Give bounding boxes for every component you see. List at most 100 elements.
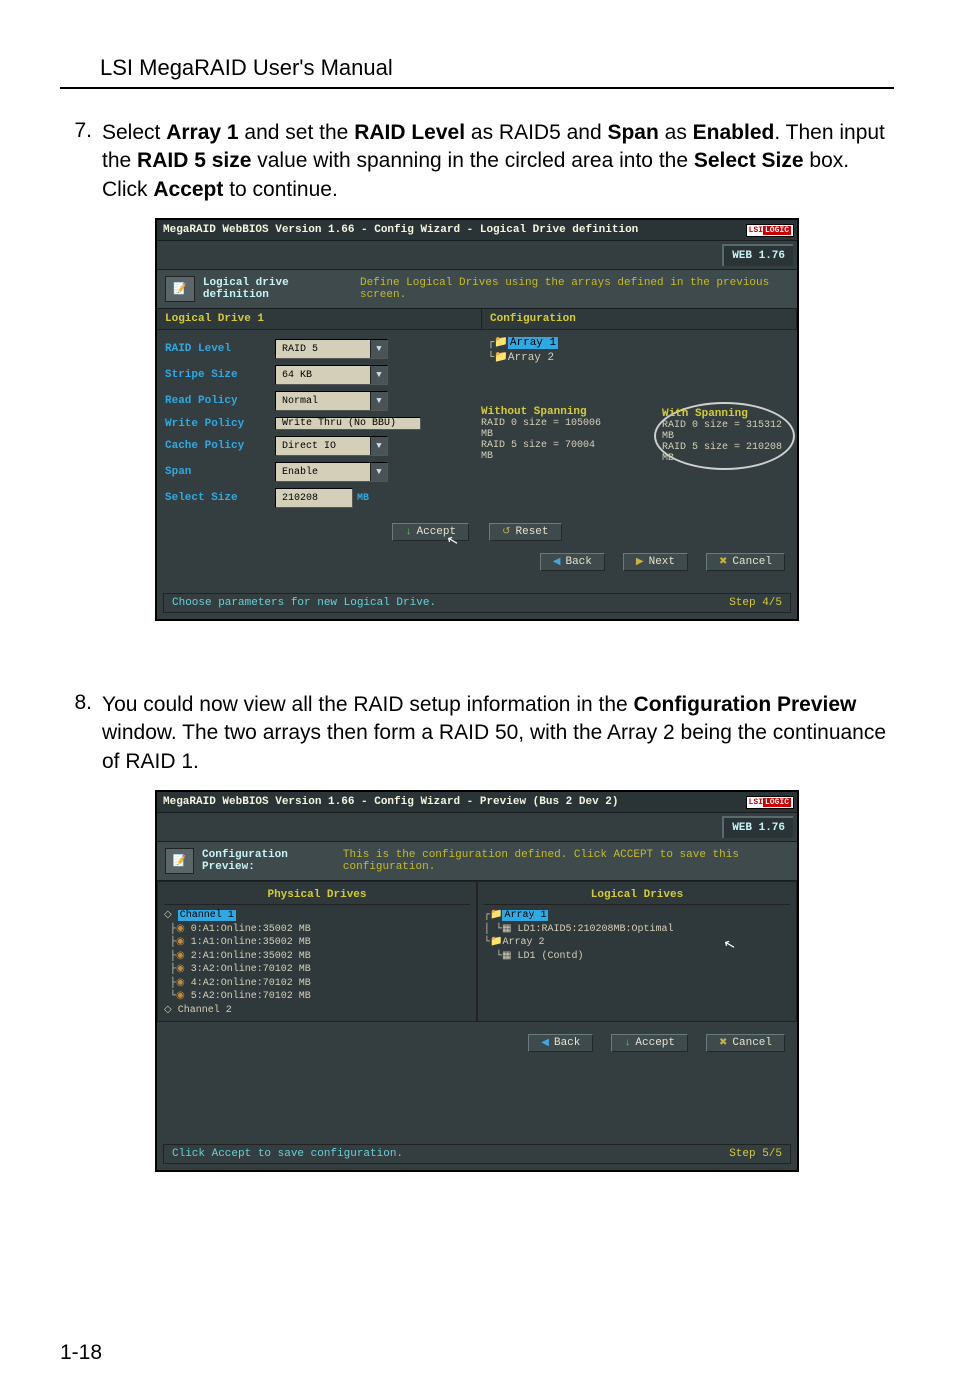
logical-drives-header: Logical Drives bbox=[484, 886, 790, 905]
title-bar: MegaRAID WebBIOS Version 1.66 - Config W… bbox=[157, 220, 797, 241]
window-title: MegaRAID WebBIOS Version 1.66 - Config W… bbox=[157, 792, 743, 812]
status-text: Click Accept to save configuration. bbox=[172, 1148, 403, 1160]
drive-1[interactable]: 1:A1:Online:35002 MB bbox=[191, 937, 311, 948]
span-label: Span bbox=[165, 466, 275, 478]
reset-button[interactable]: ↺Reset bbox=[489, 523, 561, 541]
without-spanning-title: Without Spanning bbox=[481, 406, 610, 418]
ld1-node[interactable]: LD1:RAID5:210208MB:Optimal bbox=[517, 924, 673, 935]
channel-2-node[interactable]: Channel 2 bbox=[178, 1005, 232, 1016]
step-7-number: 7. bbox=[60, 119, 96, 204]
back-button[interactable]: ◀Back bbox=[540, 553, 605, 571]
figure-1: MegaRAID WebBIOS Version 1.66 - Config W… bbox=[60, 218, 894, 621]
step-8: 8. You could now view all the RAID setup… bbox=[60, 691, 894, 776]
write-policy-value: Write Thru (No BBU) bbox=[276, 418, 420, 429]
step-indicator: Step 5/5 bbox=[729, 1148, 782, 1160]
accept-button[interactable]: ↓Accept bbox=[611, 1034, 688, 1052]
status-text: Choose parameters for new Logical Drive. bbox=[172, 597, 436, 609]
page-number: 1-18 bbox=[60, 1341, 102, 1365]
chevron-down-icon[interactable]: ▼ bbox=[370, 392, 387, 410]
read-policy-value: Normal bbox=[276, 396, 370, 407]
chevron-down-icon[interactable]: ▼ bbox=[370, 437, 387, 455]
array-1-node[interactable]: Array 1 bbox=[502, 910, 548, 921]
step-8-text: You could now view all the RAID setup in… bbox=[96, 691, 894, 776]
configuration-panel: ┌📁Array 1 └📁Array 2 Without Spanning RAI… bbox=[473, 330, 797, 517]
array-1-node[interactable]: Array 1 bbox=[508, 337, 558, 349]
web-version-badge: WEB 1.76 bbox=[722, 816, 793, 838]
logical-drive-panel-header: Logical Drive 1 bbox=[157, 309, 482, 330]
step-7: 7. Select Array 1 and set the RAID Level… bbox=[60, 119, 894, 204]
chevron-down-icon[interactable]: ▼ bbox=[370, 366, 387, 384]
cache-policy-value: Direct IO bbox=[276, 441, 370, 452]
with-spanning-col: With Spanning RAID 0 size = 315312 MB RA… bbox=[660, 406, 789, 466]
cancel-button[interactable]: ✖Cancel bbox=[706, 1034, 785, 1052]
with-spanning-title: With Spanning bbox=[662, 408, 787, 420]
span-value: Enable bbox=[276, 467, 370, 478]
cache-policy-label: Cache Policy bbox=[165, 440, 275, 452]
lsi-logo-badge: LSILOGIC bbox=[746, 796, 794, 809]
subheader-label: Configuration Preview: bbox=[202, 849, 333, 873]
chevron-down-icon[interactable]: ▼ bbox=[370, 340, 387, 358]
read-policy-label: Read Policy bbox=[165, 395, 275, 407]
wizard-icon: 📝 bbox=[165, 848, 194, 874]
drive-3[interactable]: 3:A2:Online:70102 MB bbox=[191, 964, 311, 975]
write-policy-select[interactable]: Write Thru (No BBU) bbox=[275, 417, 421, 430]
wizard-icon: 📝 bbox=[165, 276, 195, 302]
subheader-description: This is the configuration defined. Click… bbox=[343, 849, 789, 873]
select-size-unit: MB bbox=[357, 493, 369, 504]
cancel-button[interactable]: ✖Cancel bbox=[706, 553, 785, 571]
running-header: LSI MegaRAID User's Manual bbox=[100, 55, 894, 81]
next-button[interactable]: ▶Next bbox=[623, 553, 688, 571]
with-spanning-raid0: RAID 0 size = 315312 MB bbox=[662, 420, 787, 442]
without-spanning-col: Without Spanning RAID 0 size = 105006 MB… bbox=[481, 406, 610, 466]
chevron-down-icon[interactable]: ▼ bbox=[370, 463, 387, 481]
drive-2[interactable]: 2:A1:Online:35002 MB bbox=[191, 951, 311, 962]
title-bar: MegaRAID WebBIOS Version 1.66 - Config W… bbox=[157, 792, 797, 813]
raid-level-select[interactable]: RAID 5 ▼ bbox=[275, 339, 388, 359]
drive-4[interactable]: 4:A2:Online:70102 MB bbox=[191, 978, 311, 989]
physical-drives-header: Physical Drives bbox=[164, 886, 470, 905]
stripe-size-label: Stripe Size bbox=[165, 369, 275, 381]
header-rule bbox=[60, 87, 894, 89]
figure-2: MegaRAID WebBIOS Version 1.66 - Config W… bbox=[60, 790, 894, 1172]
subheader-description: Define Logical Drives using the arrays d… bbox=[360, 277, 789, 301]
drive-0[interactable]: 0:A1:Online:35002 MB bbox=[191, 924, 311, 935]
subheader-bar: 📝 Logical drive definition Define Logica… bbox=[157, 269, 797, 309]
select-size-label: Select Size bbox=[165, 492, 275, 504]
without-spanning-raid0: RAID 0 size = 105006 MB bbox=[481, 418, 610, 440]
raid-level-value: RAID 5 bbox=[276, 344, 370, 355]
physical-drives-panel: Physical Drives ◇ Channel 1 ├◉ 0:A1:Onli… bbox=[157, 881, 477, 1022]
status-bar: Choose parameters for new Logical Drive.… bbox=[163, 593, 791, 613]
config-wizard-window: MegaRAID WebBIOS Version 1.66 - Config W… bbox=[155, 218, 799, 621]
step-indicator: Step 4/5 bbox=[729, 597, 782, 609]
step-8-number: 8. bbox=[60, 691, 96, 776]
array-2-node[interactable]: Array 2 bbox=[508, 352, 554, 364]
without-spanning-raid5: RAID 5 size = 70004 MB bbox=[481, 440, 610, 462]
logical-drive-form: RAID Level RAID 5 ▼ Stripe Size 64 KB ▼ bbox=[157, 330, 473, 517]
cache-policy-select[interactable]: Direct IO ▼ bbox=[275, 436, 388, 456]
status-bar: Click Accept to save configuration. Step… bbox=[163, 1144, 791, 1164]
raid-level-label: RAID Level bbox=[165, 343, 275, 355]
subheader-label: Logical drive definition bbox=[203, 277, 350, 301]
with-spanning-raid5: RAID 5 size = 210208 MB bbox=[662, 442, 787, 464]
web-version-badge: WEB 1.76 bbox=[722, 244, 793, 266]
drive-5[interactable]: 5:A2:Online:70102 MB bbox=[191, 991, 311, 1002]
select-size-input[interactable] bbox=[275, 488, 353, 508]
array-2-node[interactable]: Array 2 bbox=[502, 937, 544, 948]
back-button[interactable]: ◀Back bbox=[528, 1034, 593, 1052]
read-policy-select[interactable]: Normal ▼ bbox=[275, 391, 388, 411]
stripe-size-select[interactable]: 64 KB ▼ bbox=[275, 365, 388, 385]
logical-drives-panel: Logical Drives ┌📁Array 1 │ └▦ LD1:RAID5:… bbox=[477, 881, 797, 1022]
channel-1-node[interactable]: Channel 1 bbox=[178, 910, 236, 921]
configuration-panel-header: Configuration bbox=[482, 309, 797, 330]
lsi-logo-badge: LSILOGIC bbox=[746, 224, 794, 237]
span-select[interactable]: Enable ▼ bbox=[275, 462, 388, 482]
spanning-info: Without Spanning RAID 0 size = 105006 MB… bbox=[481, 406, 789, 466]
preview-window: MegaRAID WebBIOS Version 1.66 - Config W… bbox=[155, 790, 799, 1172]
window-title: MegaRAID WebBIOS Version 1.66 - Config W… bbox=[157, 220, 743, 240]
ld1-contd-node[interactable]: LD1 (Contd) bbox=[517, 951, 583, 962]
stripe-size-value: 64 KB bbox=[276, 370, 370, 381]
array-tree[interactable]: ┌📁Array 1 └📁Array 2 bbox=[481, 336, 789, 392]
subheader-bar: 📝 Configuration Preview: This is the con… bbox=[157, 841, 797, 881]
write-policy-label: Write Policy bbox=[165, 418, 275, 430]
step-7-text: Select Array 1 and set the RAID Level as… bbox=[96, 119, 894, 204]
